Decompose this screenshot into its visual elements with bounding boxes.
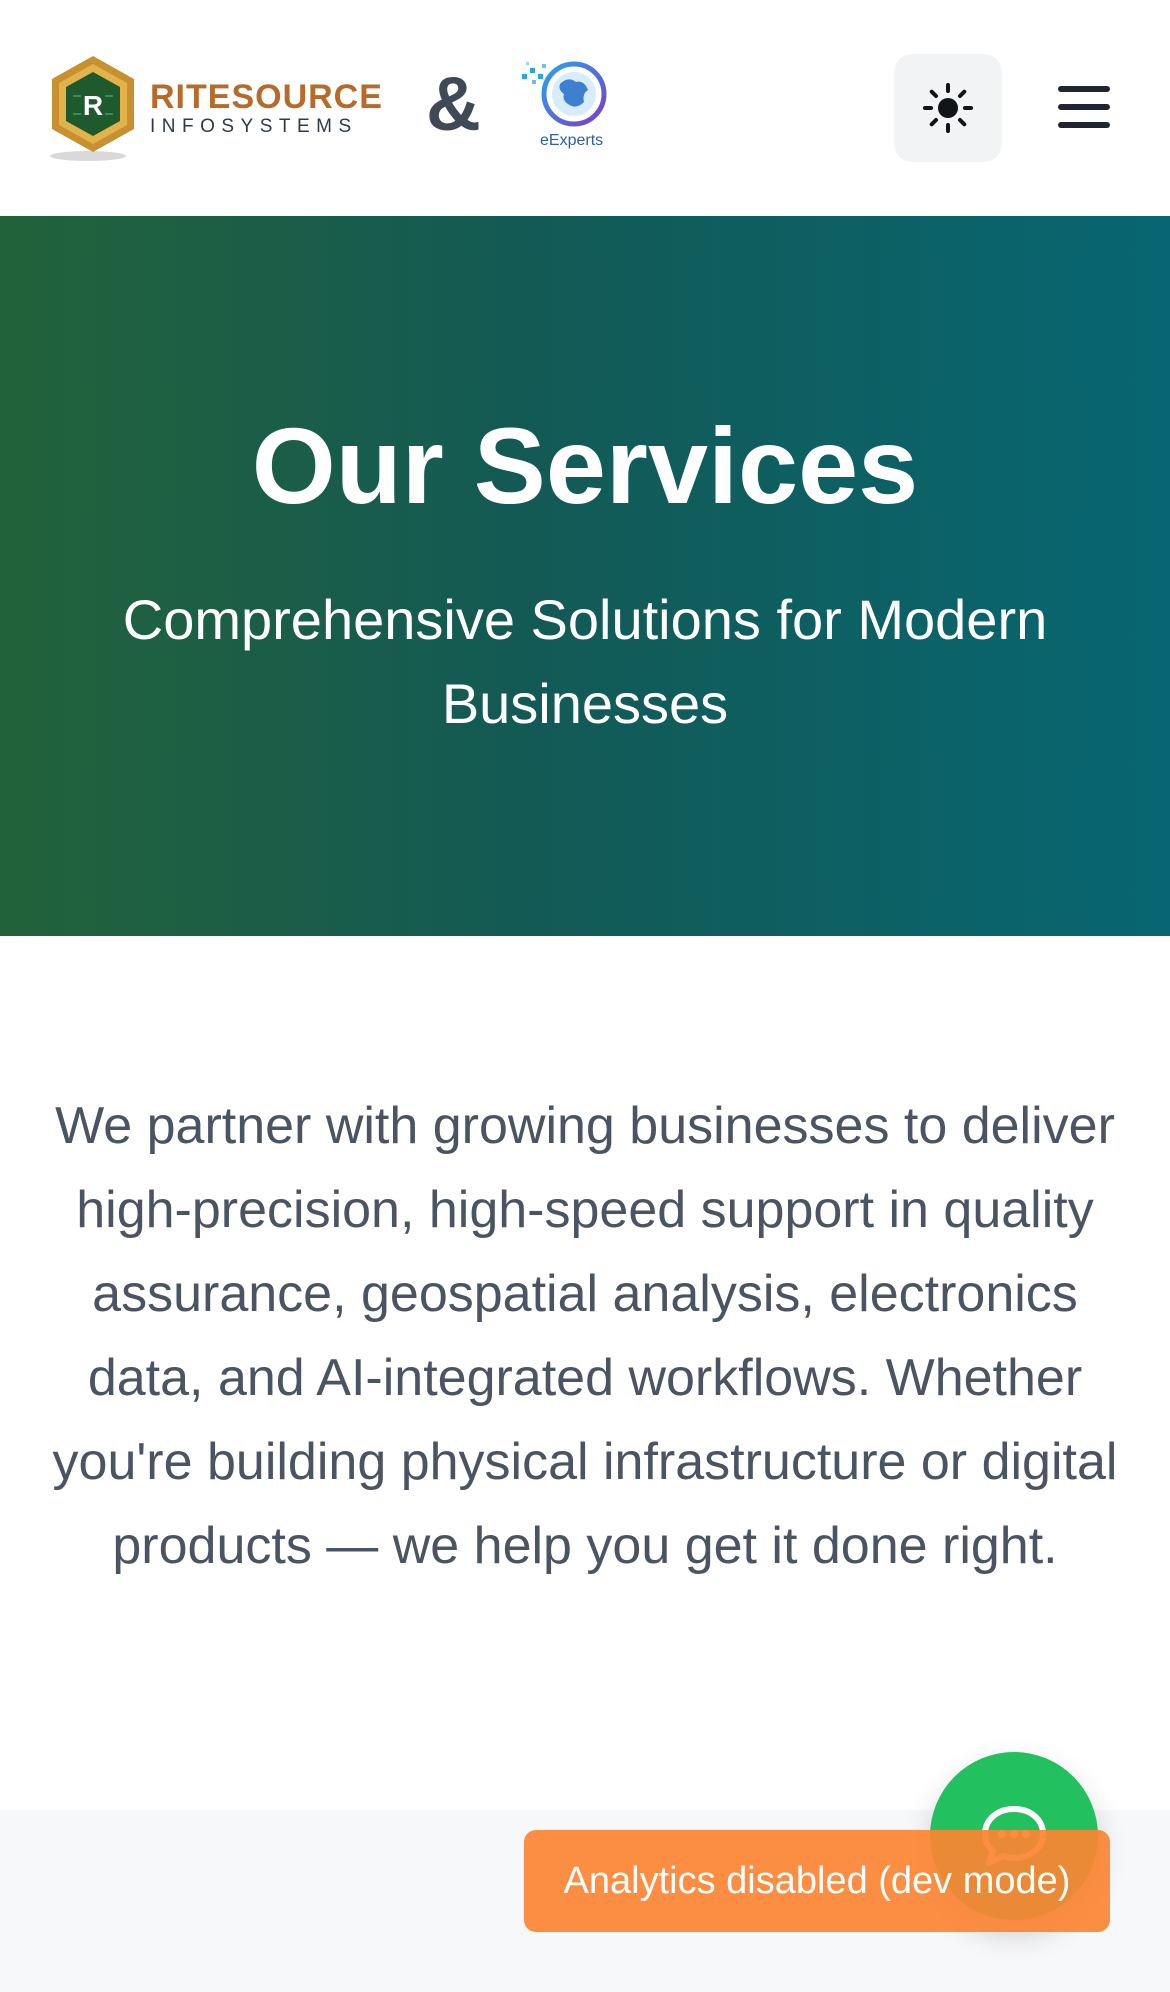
hero-banner: Our Services Comprehensive Solutions for… [0, 216, 1170, 936]
intro-paragraph: We partner with growing businesses to de… [52, 1097, 1118, 1575]
partner-name: eExperts [540, 132, 604, 149]
ampersand-separator: & [426, 62, 481, 147]
ritesource-hexagon-icon: R [50, 56, 134, 161]
menu-bar-bottom [1058, 122, 1110, 128]
menu-bar-top [1058, 86, 1110, 92]
brand-name: RITESOURCE [150, 78, 383, 116]
eexperts-logo[interactable]: eExperts [518, 54, 618, 154]
sun-icon [923, 83, 973, 133]
page-subtitle: Comprehensive Solutions for Modern Busin… [122, 588, 1048, 735]
analytics-toast: Analytics disabled (dev mode) [524, 1830, 1110, 1932]
intro-section: We partner with growing businesses to de… [0, 936, 1170, 1810]
hamburger-menu-button[interactable] [1054, 78, 1116, 136]
ritesource-logo[interactable]: R RITESOURCE INFOSYSTEMS [46, 52, 386, 168]
logo-mark-letter: R [83, 90, 103, 121]
menu-bar-middle [1058, 104, 1110, 110]
brand-tagline: INFOSYSTEMS [150, 116, 358, 137]
site-header: R RITESOURCE INFOSYSTEMS & eExperts [0, 0, 1170, 216]
theme-toggle-button[interactable] [894, 54, 1002, 162]
globe-icon [522, 61, 607, 127]
page-title: Our Services [251, 405, 919, 526]
